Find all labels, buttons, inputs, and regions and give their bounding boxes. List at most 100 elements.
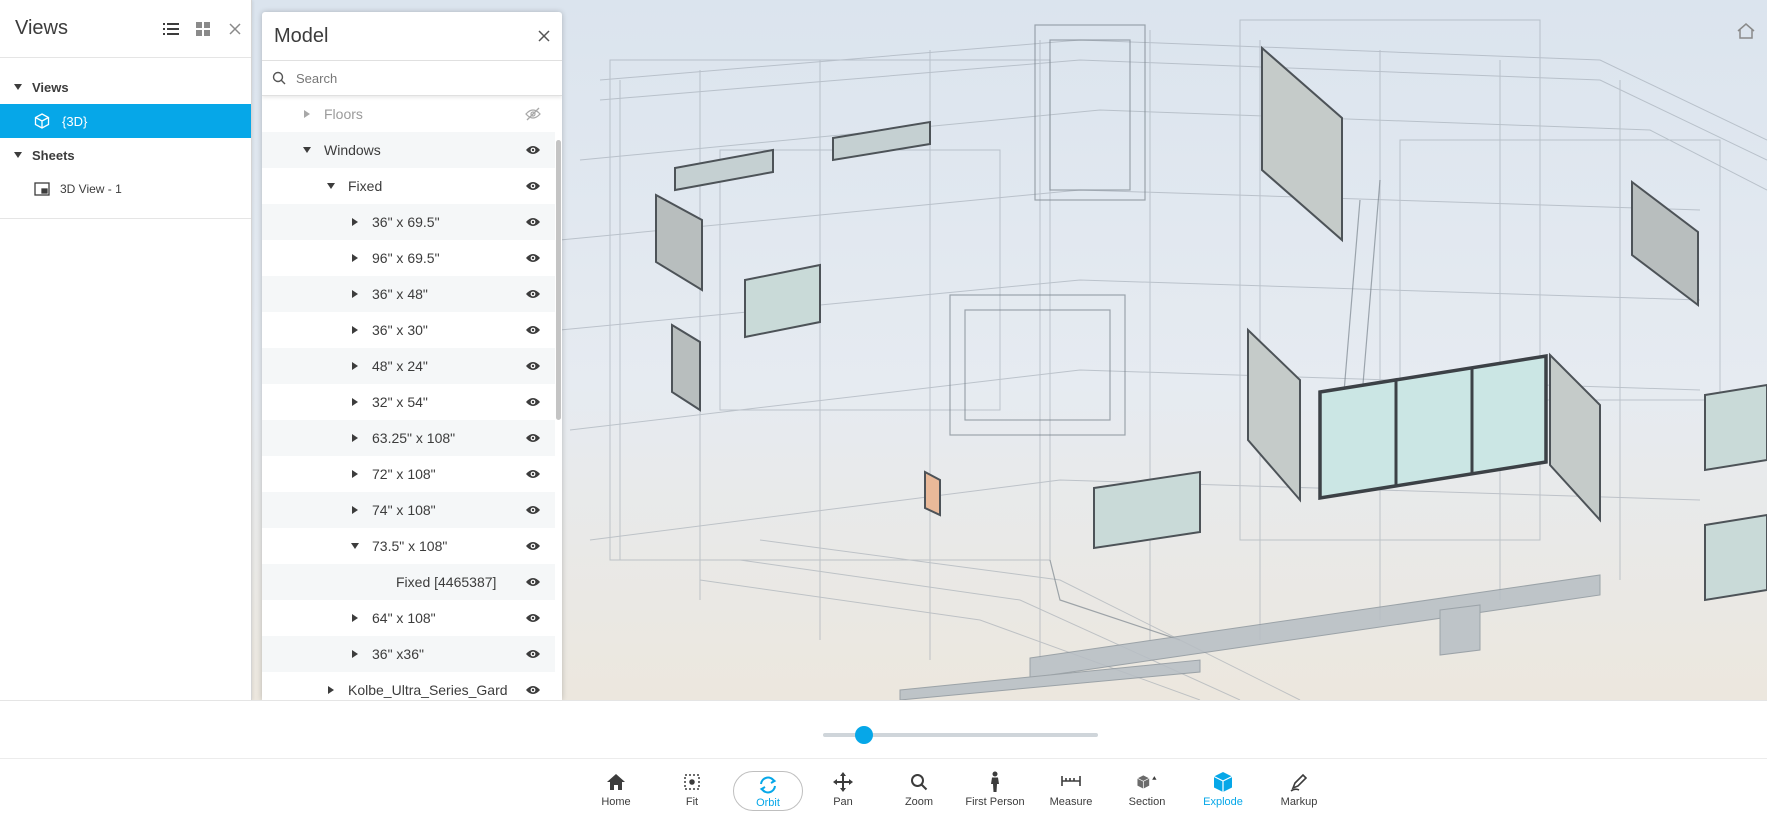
eye-icon[interactable] <box>521 570 545 594</box>
eye-icon[interactable] <box>521 210 545 234</box>
eye-icon[interactable] <box>521 678 545 700</box>
eye-hidden-icon[interactable] <box>521 102 545 126</box>
chevron-right-icon[interactable] <box>348 506 362 514</box>
model-tree-row-label: 36" x 69.5" <box>372 214 440 230</box>
model-tree-row-label: 74" x 108" <box>372 502 436 518</box>
chevron-right-icon[interactable] <box>348 254 362 262</box>
tool-pan-button[interactable]: Pan <box>808 767 878 815</box>
model-tree-row[interactable]: 72" x 108" <box>262 456 555 492</box>
eye-icon[interactable] <box>521 138 545 162</box>
chevron-right-icon[interactable] <box>348 614 362 622</box>
eye-icon[interactable] <box>521 174 545 198</box>
model-tree-row[interactable]: 64" x 108" <box>262 600 555 636</box>
model-tree-row[interactable]: Kolbe_Ultra_Series_Gard <box>262 672 555 700</box>
model-tree-row[interactable]: 48" x 24" <box>262 348 555 384</box>
tool-label: Orbit <box>756 797 780 809</box>
views-section-toggle[interactable]: Views <box>0 70 251 104</box>
zoom-icon <box>908 771 930 793</box>
tool-zoom-button[interactable]: Zoom <box>884 767 954 815</box>
chevron-down-icon[interactable] <box>300 147 314 153</box>
model-tree-row[interactable]: 96" x 69.5" <box>262 240 555 276</box>
search-icon <box>272 71 286 85</box>
tool-fit-button[interactable]: Fit <box>657 767 727 815</box>
chevron-right-icon[interactable] <box>348 434 362 442</box>
views-section-label: Views <box>32 79 69 95</box>
eye-icon[interactable] <box>521 354 545 378</box>
tool-first-person-button[interactable]: First Person <box>960 767 1030 815</box>
sheet-item-label: 3D View - 1 <box>60 182 122 196</box>
views-panel-title: Views <box>15 17 68 39</box>
chevron-right-icon[interactable] <box>300 110 314 118</box>
model-tree-row[interactable]: 36" x 48" <box>262 276 555 312</box>
model-tree-row[interactable]: 36" x36" <box>262 636 555 672</box>
chevron-right-icon[interactable] <box>348 650 362 658</box>
eye-icon[interactable] <box>521 390 545 414</box>
model-tree-row[interactable]: 36" x 30" <box>262 312 555 348</box>
tool-section-button[interactable]: Section <box>1112 767 1182 815</box>
chevron-right-icon[interactable] <box>348 398 362 406</box>
cube-icon <box>34 113 50 129</box>
model-tree-row-label: Kolbe_Ultra_Series_Gard <box>348 682 508 698</box>
close-icon[interactable] <box>526 18 562 54</box>
tool-explode-button[interactable]: Explode <box>1188 767 1258 815</box>
eye-icon[interactable] <box>521 282 545 306</box>
explode-slider-thumb[interactable] <box>855 726 874 744</box>
model-tree-row-label: Fixed [4465387] <box>396 574 497 590</box>
chevron-right-icon[interactable] <box>348 470 362 478</box>
model-tree-row-label: 72" x 108" <box>372 466 436 482</box>
model-tree-row[interactable]: 36" x 69.5" <box>262 204 555 240</box>
tool-measure-button[interactable]: Measure <box>1036 767 1106 815</box>
tool-home-button[interactable]: Home <box>581 767 651 815</box>
model-tree-row[interactable]: Windows <box>262 132 555 168</box>
sheet-item-3d-view-1[interactable]: 3D View - 1 <box>0 172 251 206</box>
chevron-down-icon[interactable] <box>348 543 362 549</box>
close-icon[interactable] <box>219 13 251 45</box>
chevron-right-icon[interactable] <box>324 686 338 694</box>
eye-icon[interactable] <box>521 426 545 450</box>
model-tree-row[interactable]: 63.25" x 108" <box>262 420 555 456</box>
model-tree-row-label: 64" x 108" <box>372 610 436 626</box>
chevron-down-icon[interactable] <box>324 183 338 189</box>
chevron-right-icon[interactable] <box>348 290 362 298</box>
eye-icon[interactable] <box>521 642 545 666</box>
eye-icon[interactable] <box>521 534 545 558</box>
model-tree-row-label: 48" x 24" <box>372 358 428 374</box>
model-tree-row[interactable]: Floors <box>262 96 555 132</box>
tool-markup-button[interactable]: Markup <box>1264 767 1334 815</box>
eye-icon[interactable] <box>521 498 545 522</box>
eye-icon[interactable] <box>521 462 545 486</box>
chevron-right-icon[interactable] <box>348 218 362 226</box>
eye-icon[interactable] <box>521 246 545 270</box>
chevron-down-icon <box>14 152 22 158</box>
chevron-right-icon[interactable] <box>348 362 362 370</box>
model-panel-title: Model <box>274 24 329 47</box>
grid-view-icon[interactable] <box>187 13 219 45</box>
list-view-icon[interactable] <box>155 13 187 45</box>
tool-label: Explode <box>1203 796 1243 808</box>
model-tree-row-label: 36" x36" <box>372 646 424 662</box>
tool-label: Section <box>1128 796 1166 808</box>
model-tree: Floors Windows Fixed 36" x 69.5" 96" x 69.5"… <box>262 96 555 700</box>
scrollbar[interactable] <box>556 140 561 420</box>
model-tree-row[interactable]: Fixed [4465387] <box>262 564 555 600</box>
view-item-3d[interactable]: {3D} <box>0 104 251 138</box>
model-tree-row[interactable]: 32" x 54" <box>262 384 555 420</box>
view-cube-home-icon[interactable] <box>1735 20 1757 42</box>
eye-icon[interactable] <box>521 606 545 630</box>
eye-icon[interactable] <box>521 318 545 342</box>
tool-label: Measure <box>1049 796 1093 808</box>
explode-icon <box>1212 771 1234 793</box>
sheets-section-label: Sheets <box>32 147 75 163</box>
tool-label: Home <box>601 796 631 808</box>
model-tree-row[interactable]: 74" x 108" <box>262 492 555 528</box>
sheets-section-toggle[interactable]: Sheets <box>0 138 251 172</box>
views-panel-header: Views <box>0 0 251 58</box>
explode-slider-bar <box>0 700 1767 758</box>
sheet-icon <box>34 182 50 196</box>
tool-orbit-button[interactable]: Orbit <box>733 771 803 811</box>
model-tree-row[interactable]: Fixed <box>262 168 555 204</box>
chevron-right-icon[interactable] <box>348 326 362 334</box>
model-tree-row[interactable]: 73.5" x 108" <box>262 528 555 564</box>
model-tree-row-label: Floors <box>324 106 363 122</box>
search-input[interactable] <box>296 70 536 86</box>
